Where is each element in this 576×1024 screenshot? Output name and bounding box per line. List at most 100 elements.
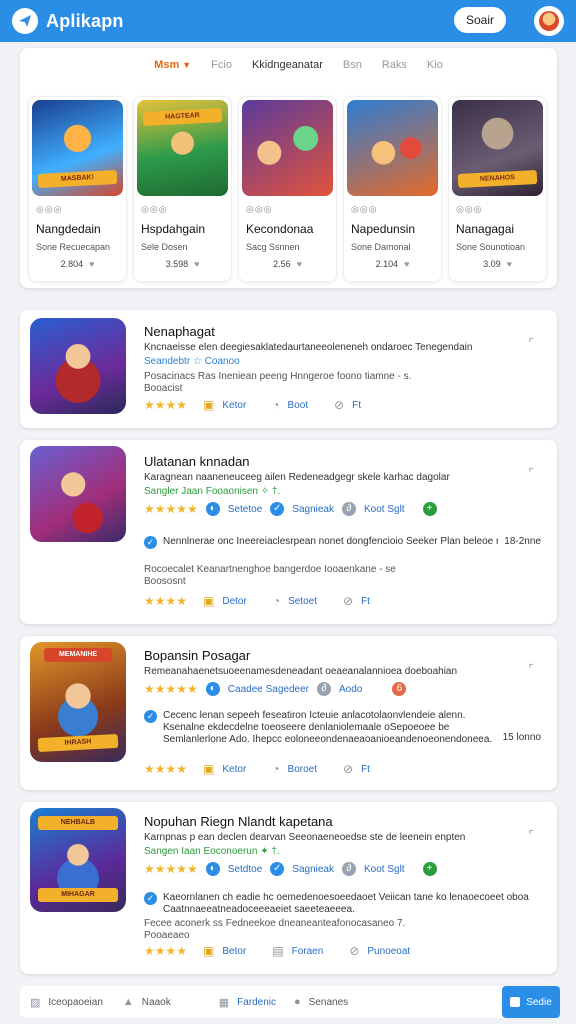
game-subtitle: Sacg Ssnnen xyxy=(246,242,300,252)
grid-icon: ▦ xyxy=(218,996,230,1009)
nav-item-images[interactable]: ▨ Iceopaoeian xyxy=(30,996,103,1009)
heart-icon[interactable]: ♥ xyxy=(194,259,199,269)
app-list-card[interactable]: Nenaphagat Kncnaeisse elen deegiesaklate… xyxy=(20,310,557,428)
collapse-icon[interactable]: ⌃ xyxy=(524,332,543,351)
game-name: Nanagagai xyxy=(456,222,515,236)
tab-fcio[interactable]: Fcio xyxy=(211,59,232,71)
detail-button[interactable]: ▣ Detor xyxy=(203,594,247,608)
detail-button[interactable]: ▣ Ketor xyxy=(203,398,246,412)
grid-icon xyxy=(510,997,521,1007)
feature-row: ★★★★★ ◐ Setdtoe ✓ Sagnieak ∂ Koot Sglt + xyxy=(144,862,437,876)
feature-label[interactable]: Sagnieak xyxy=(292,864,334,875)
share-button[interactable]: ⊘ Ft xyxy=(334,398,361,412)
game-banner-bottom: IHRASH xyxy=(37,733,119,753)
star-rating: ★★★★★ xyxy=(144,502,198,516)
featured-card[interactable]: ◎◎◎ Kecondonaa Sacg Ssnnen 2.56 ♥ xyxy=(238,96,337,282)
feature-label[interactable]: Koot Sglt xyxy=(364,504,405,515)
gift-icon: ▣ xyxy=(203,398,215,412)
game-subtitle: Sele Dosen xyxy=(141,242,188,252)
game-name: Hspdahgain xyxy=(141,222,206,236)
feature-label[interactable]: Setdtoe xyxy=(228,864,262,875)
collapse-icon[interactable]: ⌃ xyxy=(524,824,543,843)
avatar[interactable] xyxy=(534,6,564,36)
featured-card[interactable]: HAGTEAR ◎◎◎ Hspdahgain Sele Dosen 3.598 ♥ xyxy=(133,96,232,282)
side-button[interactable]: Sedie xyxy=(502,986,560,1018)
nav-item-chat[interactable]: ● Senanes xyxy=(294,996,348,1008)
gift-icon: ▣ xyxy=(203,762,215,776)
featured-card[interactable]: ◎◎◎ Napedunsin Sone Damonal 2.104 ♥ xyxy=(343,96,442,282)
tab-msm[interactable]: Msm ▼ xyxy=(154,59,191,71)
app-description: Remeanahaenetsuoeenamesdeneadant oeaeana… xyxy=(144,666,458,677)
tab-bsn[interactable]: Bsn xyxy=(343,59,362,71)
info-icon: ◐ xyxy=(205,502,220,516)
featured-card[interactable]: NENAHOS ◎◎◎ Nanagagai Sone Sounotioan 3.… xyxy=(448,96,547,282)
check-icon: ✓ xyxy=(144,892,157,905)
verified-text: Kaeornlanen ch eadie hc oemedenoesoeedao… xyxy=(163,892,529,915)
forum-button[interactable]: ▤ Foraen xyxy=(272,944,323,958)
detail-button[interactable]: ▣ Ketor xyxy=(203,762,246,776)
collapse-icon[interactable]: ⌃ xyxy=(524,658,543,677)
app-developer[interactable]: Sangen Iaan Eoconoerun ✦ †. xyxy=(144,846,280,857)
plus-icon[interactable]: + xyxy=(422,502,437,516)
app-title: Nenaphagat xyxy=(144,324,215,339)
badge-icon[interactable]: 6 xyxy=(392,682,407,696)
action-label: Setoet xyxy=(288,595,317,607)
featured-card[interactable]: MASBAK! ◎◎◎ Nangdedain Sone Recuecapan 2… xyxy=(28,96,127,282)
feature-label[interactable]: Caadee Sagedeer xyxy=(228,684,309,695)
share-button[interactable]: ⊘ Ft xyxy=(343,762,370,776)
feature-label[interactable]: Setetoe xyxy=(228,504,262,515)
game-name: Napedunsin xyxy=(351,222,416,236)
link-icon: ∂ xyxy=(316,682,331,696)
app-meta-secondary: Booacist xyxy=(144,383,183,394)
rating-icons: ◎◎◎ xyxy=(36,204,63,214)
action-label: Ketor xyxy=(222,763,247,775)
tab-raks[interactable]: Raks xyxy=(382,59,407,71)
size-value: 2.56 xyxy=(273,259,291,269)
clock-icon: ◔ xyxy=(272,594,281,608)
action-label: Punoeoat xyxy=(367,945,411,957)
featured-row: MASBAK! ◎◎◎ Nangdedain Sone Recuecapan 2… xyxy=(20,82,557,282)
size-value: 3.598 xyxy=(165,259,189,269)
link-icon: ⊘ xyxy=(349,944,360,958)
share-button[interactable]: ⊘ Ft xyxy=(343,594,370,608)
link-icon: ∂ xyxy=(341,862,356,876)
select-button[interactable]: ◔ Setoet xyxy=(273,594,317,608)
game-size: 2.104 ♥ xyxy=(344,259,441,269)
heart-icon[interactable]: ♥ xyxy=(89,259,94,269)
game-thumbnail: HAGTEAR xyxy=(137,100,228,196)
tab-kio[interactable]: Kio xyxy=(427,59,443,71)
feature-label[interactable]: Koot Sglt xyxy=(364,864,405,875)
size-value: 2.104 xyxy=(375,259,399,269)
app-list-card[interactable]: NEHBALB MIHAGAR Nopuhan Riegn Nlandt kap… xyxy=(20,802,557,974)
feature-label[interactable]: Sagnieak xyxy=(292,504,334,515)
game-thumbnail: MASBAK! xyxy=(32,100,123,196)
game-thumbnail: NENAHOS xyxy=(452,100,543,196)
featured-section: Msm ▼ Fcio Kkidngeanatar Bsn Raks Kio MAS… xyxy=(20,48,557,288)
podcast-button[interactable]: ⊘ Punoeoat xyxy=(349,944,410,958)
boost-button[interactable]: ◔ Boroet xyxy=(272,762,317,776)
heart-icon[interactable]: ♥ xyxy=(297,259,302,269)
feature-label[interactable]: Aodo xyxy=(339,684,362,695)
plus-icon[interactable]: + xyxy=(422,862,437,876)
app-list-card[interactable]: MEMANIHE IHRASH Bopansin Posagar Remeana… xyxy=(20,636,557,790)
action-label: Ft xyxy=(361,595,370,607)
heart-icon[interactable]: ♥ xyxy=(404,259,409,269)
tab-kkidngeanatar[interactable]: Kkidngeanatar xyxy=(252,59,323,71)
app-developer[interactable]: Sangler Jaan Fooaonisen ✧ †. xyxy=(144,486,280,497)
feature-row: ★★★★★ ◐ Setetoe ✓ Sagnieak ∂ Koot Sglt + xyxy=(144,502,437,516)
verified-text: Nennlnerae onc Ineereiaclesrpean nonet d… xyxy=(163,536,498,547)
app-meta-secondary: Boososnt xyxy=(144,576,186,587)
nav-item-grid[interactable]: ▦ Fardenic xyxy=(219,996,276,1009)
app-logo[interactable] xyxy=(12,8,38,34)
chevron-down-icon: ▼ xyxy=(182,60,192,70)
calendar-icon: ▤ xyxy=(272,944,284,958)
signin-button[interactable]: Soair xyxy=(453,7,506,33)
app-developer[interactable]: Seandebtr ☆ Coanoo xyxy=(144,356,240,367)
nav-item-lab[interactable]: ▲ Naaok xyxy=(123,996,171,1008)
category-tabs: Msm ▼ Fcio Kkidngeanatar Bsn Raks Kio xyxy=(20,48,557,82)
app-list-card[interactable]: Ulatanan knnadan Karagnean naaneneuceeg … xyxy=(20,440,557,624)
boost-button[interactable]: ◔ Boot xyxy=(272,398,308,412)
collapse-icon[interactable]: ⌃ xyxy=(524,462,543,481)
detail-button[interactable]: ▣ Betor xyxy=(203,944,246,958)
heart-icon[interactable]: ♥ xyxy=(507,259,512,269)
